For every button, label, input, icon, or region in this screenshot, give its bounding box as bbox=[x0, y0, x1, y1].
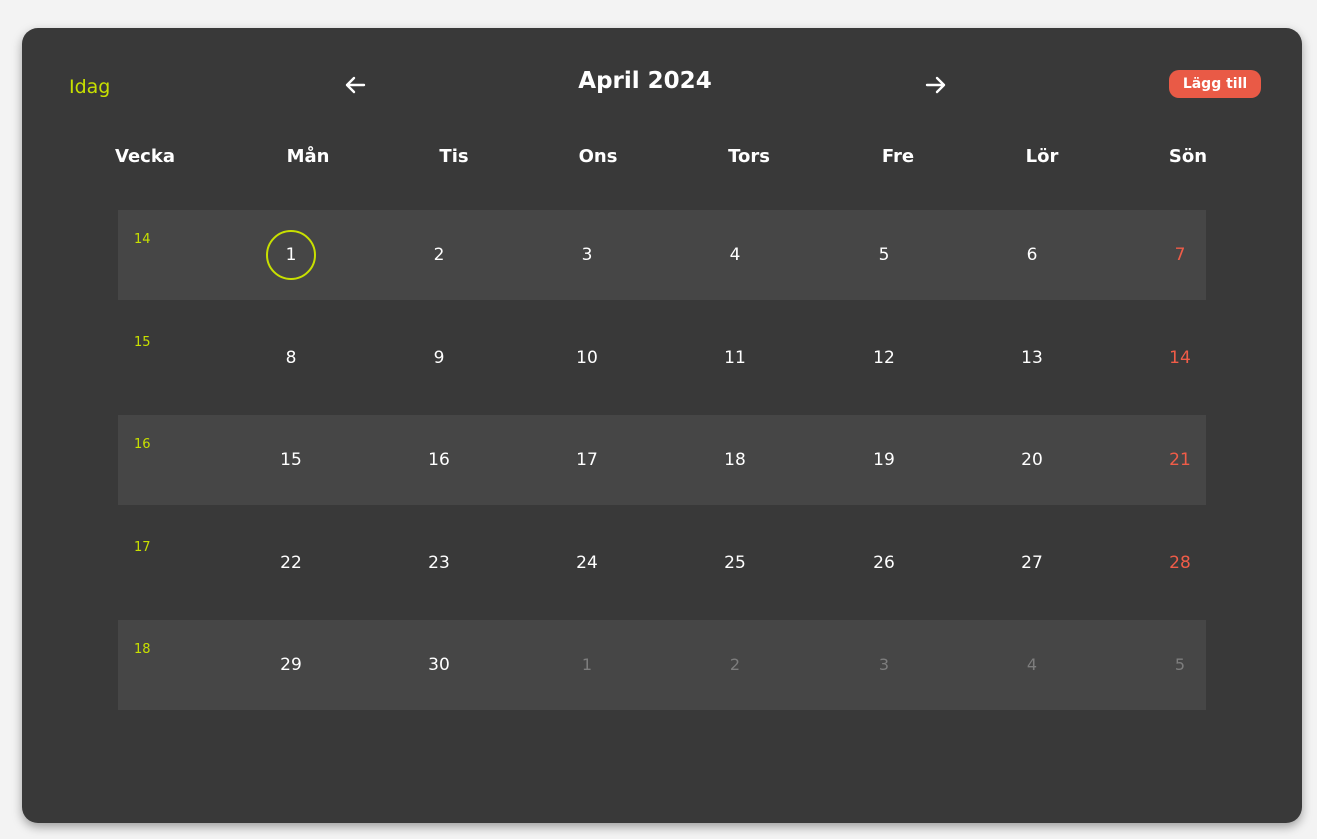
day-cell-other-month[interactable]: 3 bbox=[859, 640, 909, 690]
day-cell[interactable]: 15 bbox=[266, 435, 316, 485]
day-cell-today[interactable]: 1 bbox=[266, 230, 316, 280]
day-cell[interactable]: 7 bbox=[1155, 230, 1205, 280]
day-cell[interactable]: 23 bbox=[414, 538, 464, 588]
day-cell[interactable]: 12 bbox=[859, 333, 909, 383]
day-cell[interactable]: 14 bbox=[1155, 333, 1205, 383]
column-header-day: Tis bbox=[439, 146, 469, 167]
week-number: 17 bbox=[134, 539, 151, 555]
month-title: April 2024 bbox=[578, 68, 712, 94]
day-cell[interactable]: 18 bbox=[710, 435, 760, 485]
column-header-day: Sön bbox=[1168, 146, 1208, 167]
prev-month-button[interactable] bbox=[340, 70, 370, 100]
day-cell[interactable]: 27 bbox=[1007, 538, 1057, 588]
week-number: 14 bbox=[134, 232, 151, 247]
week-number: 15 bbox=[134, 334, 151, 350]
week-number: 18 bbox=[134, 642, 151, 657]
calendar-grid: 14 1 2 3 4 5 6 7 15 8 9 10 11 12 13 14 16 15 16 17 18 19 20 21 1… bbox=[118, 210, 1206, 723]
column-header-day: Fre bbox=[881, 146, 915, 167]
day-cell[interactable]: 10 bbox=[562, 333, 612, 383]
week-row: 14 1 2 3 4 5 6 7 bbox=[118, 210, 1206, 300]
day-cell[interactable]: 26 bbox=[859, 538, 909, 588]
day-cell-other-month[interactable]: 2 bbox=[710, 640, 760, 690]
week-row: 17 22 23 24 25 26 27 28 bbox=[118, 518, 1206, 608]
week-number: 16 bbox=[134, 437, 151, 452]
day-cell-other-month[interactable]: 4 bbox=[1007, 640, 1057, 690]
weekday-header-row: Vecka Mån Tis Ons Tors Fre Lör Sön bbox=[22, 146, 1302, 172]
day-cell[interactable]: 20 bbox=[1007, 435, 1057, 485]
day-cell[interactable]: 13 bbox=[1007, 333, 1057, 383]
day-cell[interactable]: 24 bbox=[562, 538, 612, 588]
day-cell-other-month[interactable]: 1 bbox=[562, 640, 612, 690]
add-event-button[interactable]: Lägg till bbox=[1169, 70, 1261, 98]
today-link[interactable]: Idag bbox=[69, 76, 110, 98]
day-cell[interactable]: 25 bbox=[710, 538, 760, 588]
day-cell[interactable]: 2 bbox=[414, 230, 464, 280]
column-header-day: Lör bbox=[1025, 146, 1059, 167]
calendar-card: Idag April 2024 Lägg till Vecka Mån Tis Ons… bbox=[22, 28, 1302, 823]
day-cell[interactable]: 17 bbox=[562, 435, 612, 485]
day-cell[interactable]: 4 bbox=[710, 230, 760, 280]
day-cell[interactable]: 5 bbox=[859, 230, 909, 280]
day-cell[interactable]: 11 bbox=[710, 333, 760, 383]
day-cell[interactable]: 30 bbox=[414, 640, 464, 690]
week-row: 15 8 9 10 11 12 13 14 bbox=[118, 313, 1206, 403]
day-cell[interactable]: 29 bbox=[266, 640, 316, 690]
day-cell[interactable]: 9 bbox=[414, 333, 464, 383]
day-cell[interactable]: 3 bbox=[562, 230, 612, 280]
day-cell[interactable]: 22 bbox=[266, 538, 316, 588]
column-header-week: Vecka bbox=[115, 146, 175, 167]
day-cell[interactable]: 8 bbox=[266, 333, 316, 383]
arrow-right-icon bbox=[925, 76, 946, 94]
day-cell-other-month[interactable]: 5 bbox=[1155, 640, 1205, 690]
day-cell[interactable]: 16 bbox=[414, 435, 464, 485]
column-header-day: Mån bbox=[286, 146, 330, 167]
week-row: 18 29 30 1 2 3 4 5 bbox=[118, 620, 1206, 710]
day-cell[interactable]: 21 bbox=[1155, 435, 1205, 485]
next-month-button[interactable] bbox=[921, 70, 951, 100]
arrow-left-icon bbox=[345, 76, 366, 94]
week-row: 16 15 16 17 18 19 20 21 bbox=[118, 415, 1206, 505]
day-cell[interactable]: 19 bbox=[859, 435, 909, 485]
column-header-day: Tors bbox=[728, 146, 770, 167]
day-cell[interactable]: 28 bbox=[1155, 538, 1205, 588]
day-cell[interactable]: 6 bbox=[1007, 230, 1057, 280]
column-header-day: Ons bbox=[578, 146, 618, 167]
